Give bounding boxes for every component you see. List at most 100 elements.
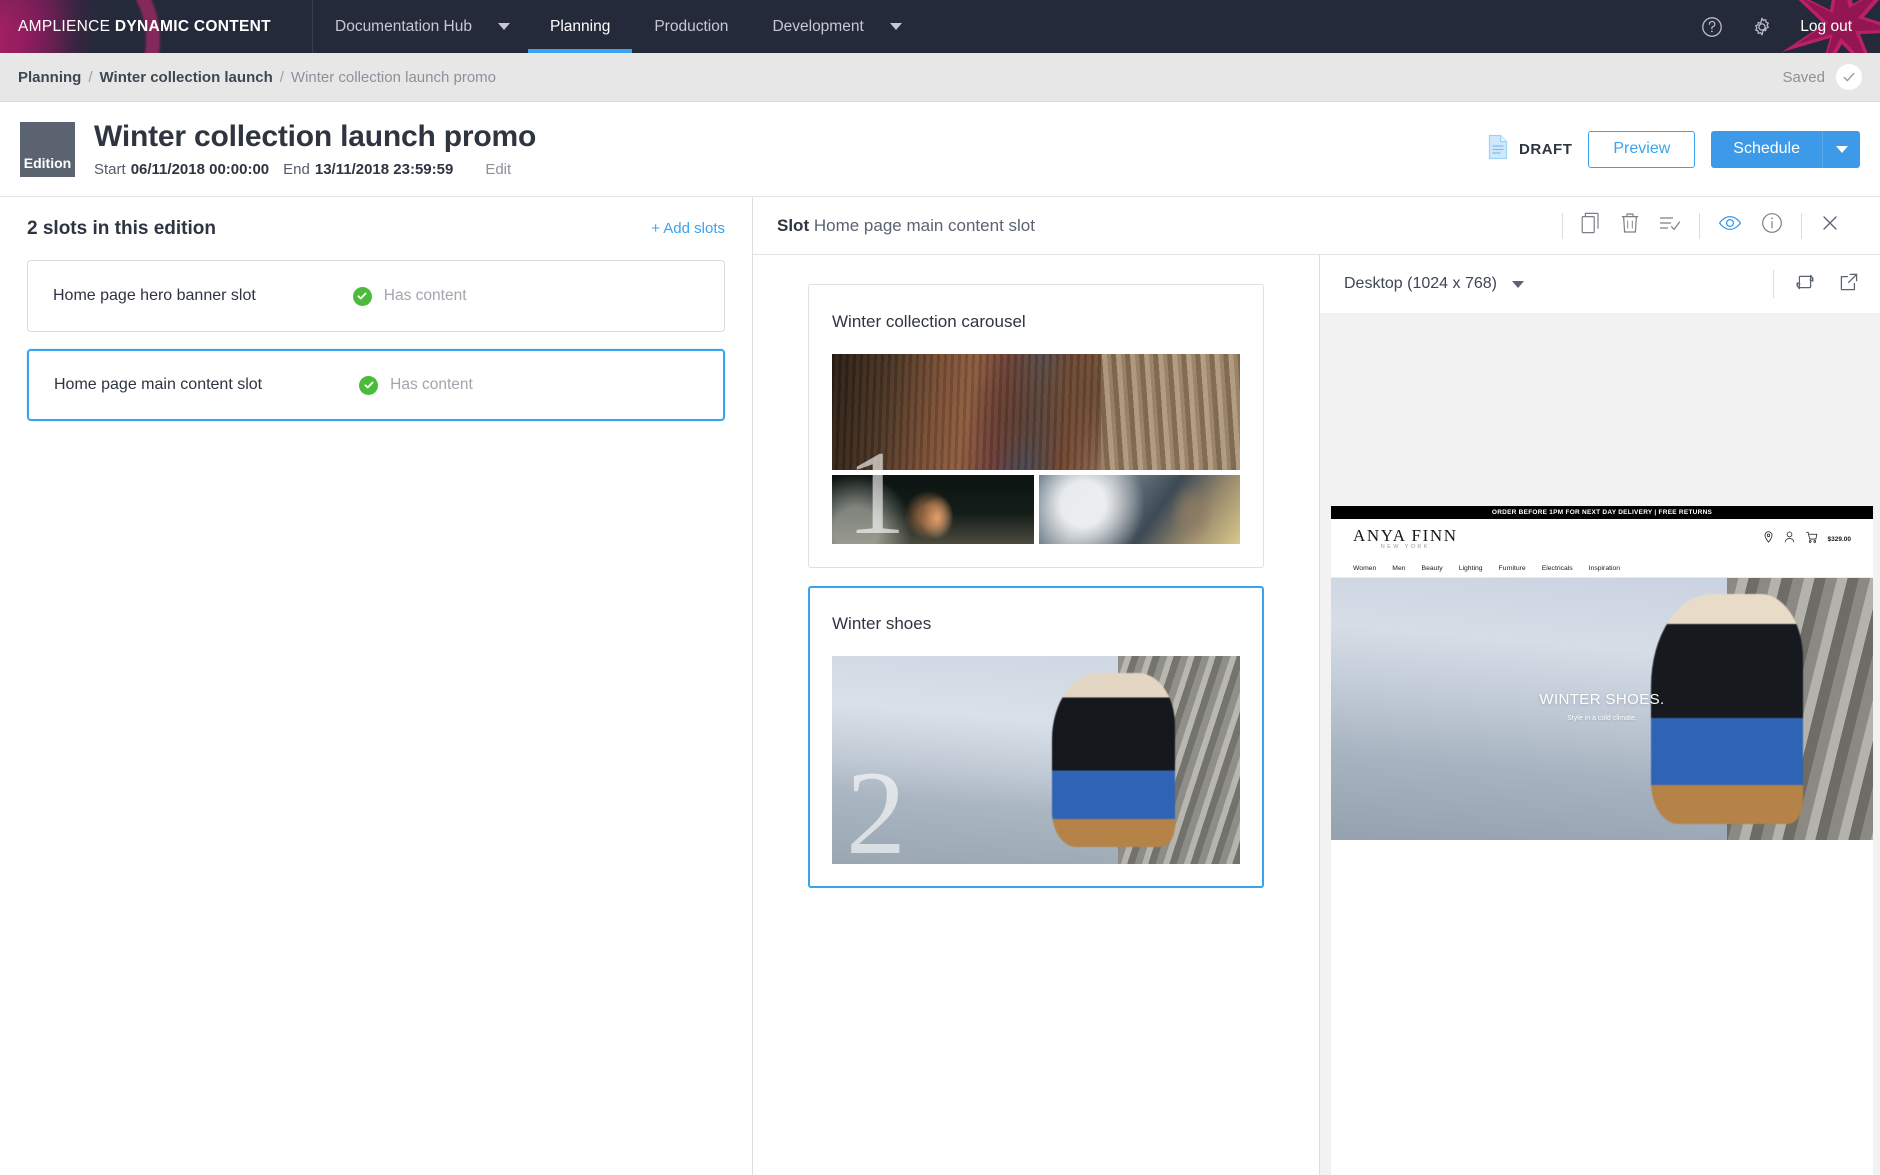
hero-subtitle: Style in a cold climate.: [1567, 714, 1637, 722]
nav-item-label: Production: [654, 17, 729, 35]
slot-list-item-hero-banner[interactable]: Home page hero banner slot Has content: [27, 260, 725, 332]
carousel-hero-image: [832, 354, 1240, 470]
info-icon[interactable]: [1761, 212, 1783, 239]
add-slots-button[interactable]: + Add slots: [651, 220, 725, 237]
content-card-title: Winter collection carousel: [832, 312, 1026, 331]
hero-text: WINTER SHOES. Style in a cold climate.: [1331, 691, 1873, 722]
cart-icon[interactable]: [1805, 530, 1818, 548]
help-circle-icon[interactable]: [1700, 15, 1724, 39]
slots-panel-header: 2 slots in this edition + Add slots: [27, 197, 725, 260]
status-badge: DRAFT: [1486, 134, 1572, 165]
slot-list-item-main-content[interactable]: Home page main content slot Has content: [27, 349, 725, 421]
nav-caret-development[interactable]: [886, 0, 920, 53]
close-icon[interactable]: [1820, 213, 1840, 238]
site-header-icons: $329.00: [1763, 530, 1851, 548]
slot-detail-label: Slot: [777, 215, 810, 235]
external-link-icon[interactable]: [1838, 271, 1860, 298]
end-value: 13/11/2018 23:59:59: [314, 161, 454, 179]
edition-title-block: Winter collection launch promo Start 06/…: [94, 120, 536, 179]
schedule-button[interactable]: Schedule: [1711, 130, 1822, 168]
schedule-button-group: Schedule: [1711, 130, 1860, 168]
user-icon[interactable]: [1784, 530, 1795, 548]
breadcrumb-item-winter-collection-launch[interactable]: Winter collection launch: [100, 69, 273, 86]
site-nav-item-men[interactable]: Men: [1392, 565, 1405, 572]
chevron-down-icon: [498, 23, 510, 30]
site-nav-item-inspiration[interactable]: Inspiration: [1589, 565, 1620, 572]
nav-item-documentation-hub[interactable]: Documentation Hub: [313, 0, 494, 53]
saved-label: Saved: [1782, 68, 1825, 86]
brand-logo[interactable]: AMPLIENCE DYNAMIC CONTENT: [0, 0, 313, 53]
breadcrumb-item-current: Winter collection launch promo: [290, 68, 496, 86]
title-actions: DRAFT Preview Schedule: [1486, 130, 1860, 168]
site-promo-bar: ORDER BEFORE 1PM FOR NEXT DAY DELIVERY |…: [1331, 506, 1873, 519]
site-logo-sub: NEW YORK: [1380, 544, 1430, 551]
site-logo-main: ANYA FINN: [1353, 526, 1458, 546]
logout-button[interactable]: Log out: [1800, 18, 1852, 36]
trash-icon[interactable]: [1620, 212, 1640, 239]
preview-actions: [1773, 270, 1860, 298]
device-size-label: Desktop (1024 x 768): [1344, 275, 1497, 292]
visibility-icon[interactable]: [1718, 213, 1742, 238]
device-size-select[interactable]: Desktop (1024 x 768): [1344, 275, 1524, 293]
winter-shoes-image: [832, 656, 1240, 864]
nav-item-development[interactable]: Development: [750, 0, 885, 53]
site-nav: Women Men Beauty Lighting Furniture Elec…: [1331, 559, 1873, 578]
slot-detail-title: Slot Home page main content slot: [777, 216, 1035, 236]
rotate-device-icon[interactable]: [1794, 271, 1816, 298]
breadcrumb-separator: /: [88, 68, 93, 86]
edition-title-bar: Edition Winter collection launch promo S…: [0, 102, 1880, 197]
card-media: 2: [832, 656, 1240, 873]
slots-panel: 2 slots in this edition + Add slots Home…: [0, 197, 753, 1175]
preview-button[interactable]: Preview: [1588, 130, 1696, 168]
site-hero-banner: WINTER SHOES. Style in a cold climate.: [1331, 578, 1873, 840]
site-nav-item-beauty[interactable]: Beauty: [1422, 565, 1443, 572]
carousel-thumbnail-2: [1038, 475, 1240, 544]
end-label: End: [283, 161, 310, 179]
nav-item-planning[interactable]: Planning: [528, 0, 633, 53]
gear-icon[interactable]: [1750, 15, 1774, 39]
schedule-dropdown-button[interactable]: [1822, 130, 1860, 168]
document-icon: [1486, 134, 1510, 165]
preview-column: Desktop (1024 x 768) ORDER BEFORE 1PM FO…: [1320, 255, 1880, 1175]
nav-item-production[interactable]: Production: [632, 0, 750, 53]
slot-detail-header: Slot Home page main content slot: [753, 197, 1880, 255]
check-circle-icon: [352, 286, 372, 306]
content-card-winter-collection-carousel[interactable]: Winter collection carousel 1: [808, 284, 1264, 568]
site-header: ANYA FINN NEW YORK $329.00: [1331, 519, 1873, 559]
edit-dates-link[interactable]: Edit: [485, 161, 511, 178]
list-check-icon[interactable]: [1659, 213, 1681, 238]
copy-icon[interactable]: [1581, 212, 1601, 239]
location-pin-icon[interactable]: [1763, 530, 1774, 548]
nav-caret-documentation-hub[interactable]: [494, 0, 528, 53]
site-nav-item-lighting[interactable]: Lighting: [1459, 565, 1483, 572]
slot-view-actions: [1700, 212, 1801, 239]
breadcrumb-bar: Planning / Winter collection launch / Wi…: [0, 53, 1880, 102]
nav-item-label: Development: [772, 17, 864, 35]
slot-detail-actions: [1562, 212, 1858, 239]
start-value: 06/11/2018 00:00:00: [130, 161, 270, 179]
slot-status: Has content: [359, 375, 473, 395]
chevron-down-icon: [1511, 280, 1524, 288]
slots-count-heading: 2 slots in this edition: [27, 217, 216, 239]
slot-status-text: Has content: [390, 376, 473, 393]
slot-name: Home page main content slot: [54, 376, 263, 393]
hero-title: WINTER SHOES.: [1539, 690, 1665, 708]
slot-edit-actions: [1563, 212, 1699, 239]
breadcrumb-item-planning[interactable]: Planning: [18, 69, 81, 86]
chevron-down-icon: [1835, 145, 1848, 153]
slot-status-text: Has content: [383, 287, 467, 304]
site-nav-item-furniture[interactable]: Furniture: [1499, 565, 1526, 572]
content-card-winter-shoes[interactable]: Winter shoes 2: [808, 586, 1264, 888]
check-icon: [1836, 64, 1862, 90]
site-preview-frame[interactable]: ORDER BEFORE 1PM FOR NEXT DAY DELIVERY |…: [1331, 506, 1873, 1175]
saved-indicator: Saved: [1782, 64, 1862, 90]
slot-name: Home page hero banner slot: [53, 287, 256, 304]
brand-bold: DYNAMIC CONTENT: [114, 17, 271, 35]
card-media: 1: [832, 354, 1240, 553]
site-nav-item-women[interactable]: Women: [1353, 565, 1376, 572]
carousel-thumbnail-row: [832, 475, 1240, 544]
status-label: DRAFT: [1519, 140, 1573, 158]
site-nav-item-electricals[interactable]: Electricals: [1542, 565, 1573, 572]
slot-detail-body: Winter collection carousel 1 Winter shoe…: [753, 255, 1880, 1175]
nav-item-label: Planning: [550, 17, 611, 35]
